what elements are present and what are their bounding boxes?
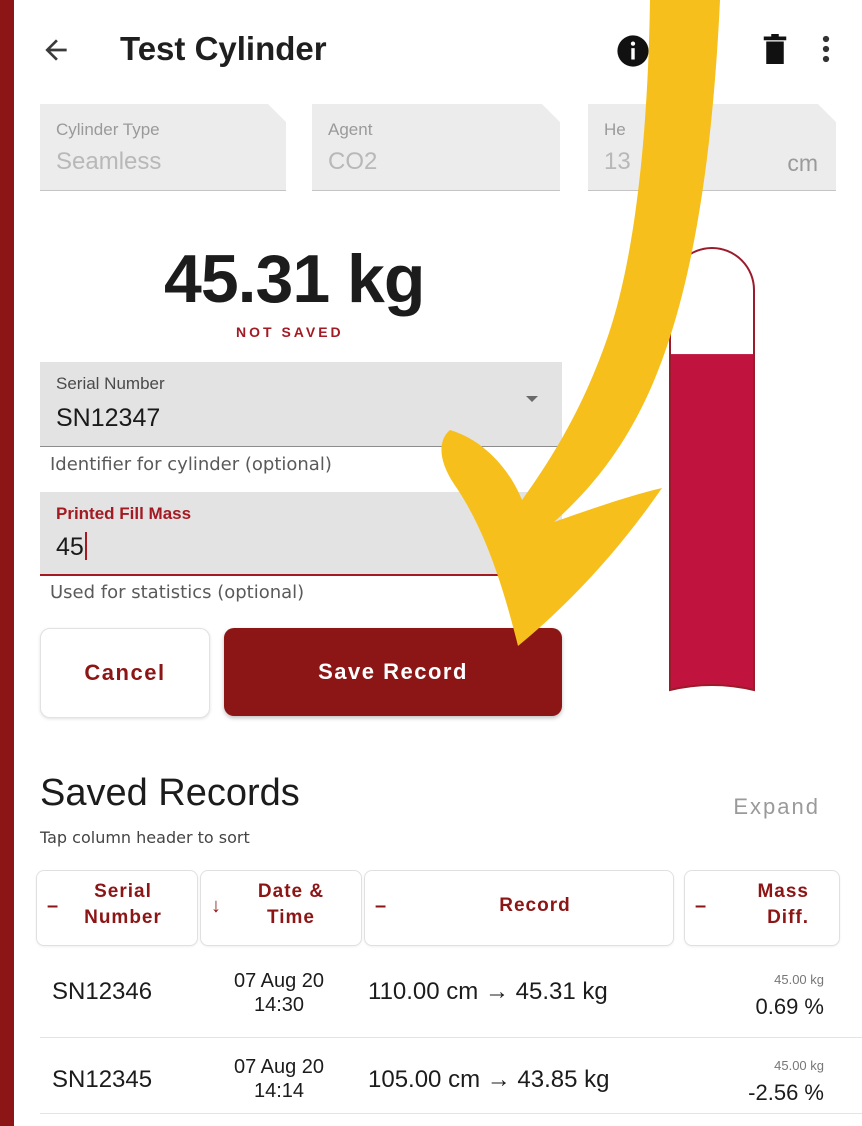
printed-fill-mass-input[interactable]: Printed Fill Mass 45	[40, 492, 562, 576]
cylinder-type-label: Cylinder Type	[56, 120, 160, 139]
agent-value: CO2	[328, 148, 378, 175]
printed-fill-mass-value: 45	[56, 532, 87, 562]
expand-button[interactable]: Expand	[733, 794, 820, 820]
cylinder-type-field[interactable]: Cylinder Type Seamless	[40, 104, 286, 191]
sort-none-icon: –	[375, 895, 388, 917]
height-label: He	[604, 120, 626, 139]
agent-field[interactable]: Agent CO2	[312, 104, 560, 191]
app-screen: Test Cylinder Cylinder Type Seamless Age…	[14, 0, 862, 1126]
column-mass-diff[interactable]: – Mass Diff.	[684, 870, 840, 946]
sort-descending-icon: ↓	[211, 895, 222, 917]
column-label: Serial Number	[84, 881, 162, 928]
save-record-button[interactable]: Save Record	[224, 628, 562, 716]
row-serial: SN12345	[52, 1066, 153, 1093]
info-icon[interactable]	[616, 34, 650, 68]
row-date: 07 Aug 20	[233, 970, 325, 992]
column-label: Date & Time	[257, 881, 325, 928]
serial-number-helper: Identifier for cylinder (optional)	[50, 454, 332, 475]
column-serial-number[interactable]: – Serial Number	[36, 870, 198, 946]
column-date-time[interactable]: ↓ Date & Time	[200, 870, 362, 946]
height-field[interactable]: He 13 cm	[588, 104, 836, 191]
cylinder-type-value: Seamless	[56, 148, 162, 175]
printed-fill-mass-helper: Used for statistics (optional)	[50, 582, 305, 603]
row-printed-mass: 45.00 kg	[774, 1058, 824, 1073]
row-record: 110.00 cm → 45.31 kg	[368, 978, 608, 1005]
row-mass-diff: -2.56 %	[748, 1080, 824, 1105]
row-record: 105.00 cm → 43.85 kg	[368, 1066, 610, 1093]
saved-records-heading: Saved Records	[40, 772, 300, 814]
row-time: 14:14	[253, 1080, 305, 1102]
row-serial: SN12346	[52, 978, 153, 1005]
serial-number-select[interactable]: Serial Number SN12347	[40, 362, 562, 447]
table-row[interactable]: SN12345 07 Aug 20 14:14 105.00 cm → 43.8…	[14, 1038, 862, 1124]
dropdown-caret-icon	[526, 396, 538, 402]
sort-none-icon: –	[695, 895, 708, 917]
save-status: NOT SAVED	[236, 324, 344, 340]
serial-number-value: SN12347	[56, 404, 161, 432]
sort-none-icon: –	[47, 895, 60, 917]
page-title: Test Cylinder	[120, 30, 327, 67]
column-record[interactable]: – Record	[364, 870, 674, 946]
height-value: 13	[604, 148, 631, 175]
height-unit: cm	[787, 150, 818, 176]
table-row[interactable]: SN12346 07 Aug 20 14:30 110.00 cm → 45.3…	[14, 952, 862, 1038]
cylinder-fill-gauge	[669, 247, 755, 692]
printed-fill-mass-label: Printed Fill Mass	[56, 504, 192, 523]
row-printed-mass: 45.00 kg	[774, 972, 824, 987]
row-time: 14:30	[253, 994, 305, 1016]
column-label: Record	[499, 895, 571, 916]
agent-label: Agent	[328, 120, 373, 139]
cancel-button[interactable]: Cancel	[40, 628, 210, 718]
sort-hint: Tap column header to sort	[40, 828, 250, 847]
serial-number-label: Serial Number	[56, 374, 165, 393]
delete-icon[interactable]	[762, 34, 788, 64]
more-vert-icon[interactable]	[820, 34, 832, 64]
back-arrow-icon[interactable]	[40, 34, 72, 66]
gauge-fill-level	[670, 354, 754, 690]
row-divider	[40, 1113, 862, 1114]
row-date: 07 Aug 20	[233, 1056, 325, 1078]
column-label: Mass Diff.	[757, 881, 809, 928]
row-mass-diff: 0.69 %	[755, 994, 825, 1019]
weight-readout: 45.31 kg	[164, 241, 425, 317]
